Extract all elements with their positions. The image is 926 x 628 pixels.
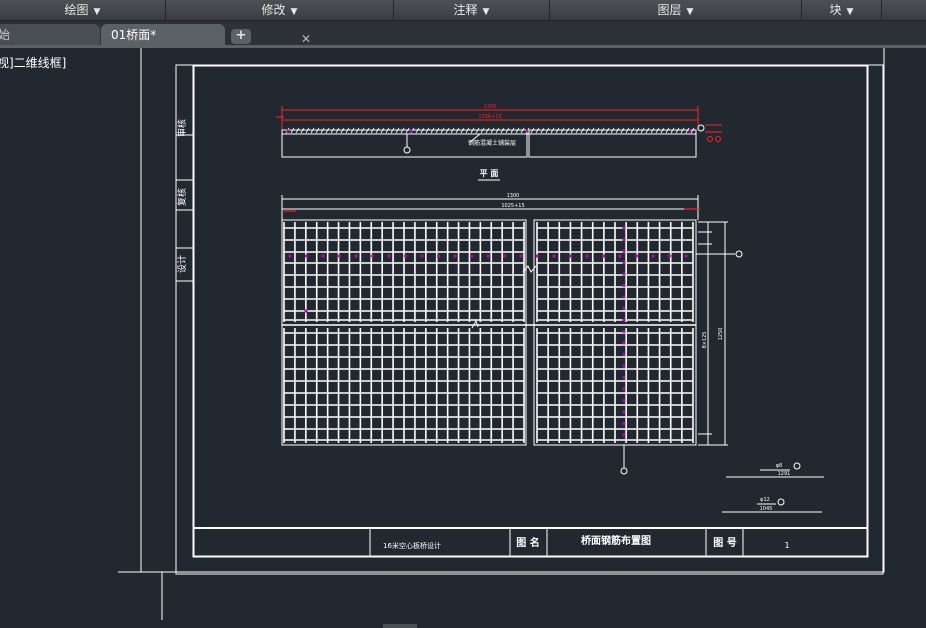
legend-2-bottom: 1045 xyxy=(760,506,773,512)
side-label-design: 设计 xyxy=(176,255,188,273)
chevron-down-icon: ▼ xyxy=(846,7,854,17)
rebar-marker xyxy=(535,254,540,258)
top-dim-total: 1300 xyxy=(484,104,497,110)
chevron-down-icon: ▼ xyxy=(290,7,298,17)
rebar-marker xyxy=(622,421,626,426)
chevron-down-icon: ▼ xyxy=(93,7,101,17)
tab-file-label: 01桥面* xyxy=(111,28,157,42)
section-title: 平 面 xyxy=(480,169,499,178)
top-bar-label: 钢筋混凝土铺装层 xyxy=(468,139,516,147)
rebar-marker xyxy=(667,254,672,258)
ribbon-panel-label: 注释 xyxy=(453,3,478,17)
rebar-marker xyxy=(622,318,626,322)
rebar-marker xyxy=(622,352,626,357)
rebar-marker xyxy=(370,254,375,258)
chevron-down-icon: ▼ xyxy=(686,7,694,17)
ribbon-panel-label: 块 xyxy=(829,3,842,17)
right-dim-sub: 8×125 xyxy=(702,332,708,349)
bar-legend xyxy=(722,462,824,513)
rebar-marker xyxy=(288,254,292,258)
rebar-marker xyxy=(622,283,626,288)
plan-dimension-lines xyxy=(281,195,699,220)
rebar-marker xyxy=(684,254,688,258)
rebar-marker xyxy=(519,254,523,258)
side-label-review: 审核 xyxy=(176,119,188,137)
rebar-marker xyxy=(568,254,573,258)
rebar-marker xyxy=(622,272,626,276)
right-dim-total: 1250 xyxy=(718,328,724,341)
signature-column: 审核 复核 设计 xyxy=(176,119,188,273)
top-dimension-text: 1300 1266+15 xyxy=(478,104,501,120)
tab-start[interactable]: 始 xyxy=(0,24,100,46)
rebar-marker xyxy=(622,364,626,368)
legend-2-top: φ12 xyxy=(760,497,770,503)
rebar-marker xyxy=(618,254,622,258)
rebar-marker xyxy=(622,387,626,391)
rebar-marker xyxy=(552,254,556,258)
drawing-canvas[interactable]: 审核 复核 设计 1300 1266+15 钢筋混凝土铺装层 平 面 1300 … xyxy=(0,48,926,628)
file-tab-bar: 始 01桥面* ✕ + xyxy=(0,21,926,46)
rebar-marker xyxy=(601,254,606,258)
rebar-marker xyxy=(622,226,626,230)
ribbon-panel-layers[interactable]: 图层 ▼ xyxy=(550,0,802,20)
ribbon-panel-label: 修改 xyxy=(261,3,286,17)
legend-1-bottom: 1291 xyxy=(778,471,791,477)
drawing-name-label: 图 名 xyxy=(516,536,539,549)
rebar-marker xyxy=(622,306,626,311)
right-dimension-text: 8×125 1250 xyxy=(702,328,724,349)
plan-dim-total: 1300 xyxy=(507,193,520,199)
ribbon-panel-bar: 绘图 ▼ 修改 ▼ 注释 ▼ 图层 ▼ 块 ▼ xyxy=(0,0,926,21)
rebar-marker xyxy=(622,295,626,299)
rebar-marker xyxy=(304,254,309,258)
viewport-controls[interactable]: 视]二维线框] xyxy=(0,54,66,71)
rebar-marker xyxy=(337,254,342,258)
rebar-marker xyxy=(622,237,626,242)
tab-file[interactable]: 01桥面* ✕ xyxy=(101,24,311,46)
viewport-label: 视]二维线框] xyxy=(0,56,67,70)
plan-dimension-text: 1300 1025+15 xyxy=(501,193,524,209)
ribbon-panel-modify[interactable]: 修改 ▼ xyxy=(166,0,394,20)
rebar-marker xyxy=(622,341,626,345)
rebar-marker xyxy=(622,375,626,380)
ribbon-panel-annotate[interactable]: 注释 ▼ xyxy=(394,0,550,20)
tab-start-label: 始 xyxy=(0,28,11,42)
rebar-marker xyxy=(622,249,626,253)
rebar-marker xyxy=(622,433,626,437)
ribbon-panel-label: 绘图 xyxy=(64,3,89,17)
rebar-marker xyxy=(622,410,626,414)
rebar-marker xyxy=(304,309,308,313)
side-label-check: 复核 xyxy=(176,188,188,206)
rebar-marker xyxy=(651,254,655,258)
rebar-marker xyxy=(486,254,490,258)
ribbon-panel-draw[interactable]: 绘图 ▼ xyxy=(0,0,166,20)
rebar-marker xyxy=(622,260,626,265)
title-block-text: 16米空心板桥设计 图 名 桥面钢筋布置图 图 号 1 xyxy=(383,534,790,550)
rebar-marker xyxy=(585,254,589,258)
chevron-down-icon: ▼ xyxy=(482,7,490,17)
ribbon-panel-block[interactable]: 块 ▼ xyxy=(802,0,882,20)
rebar-marker xyxy=(622,329,626,334)
top-dim-sub: 1266+15 xyxy=(478,114,501,120)
rebar-marker xyxy=(403,254,408,258)
plan-dim-sub: 1025+15 xyxy=(501,203,524,209)
rebar-marker xyxy=(634,254,639,258)
rebar-marker xyxy=(321,254,325,258)
rebar-marker xyxy=(469,254,474,258)
drawing-no-label: 图 号 xyxy=(713,537,736,549)
rebar-marker xyxy=(436,254,441,258)
rebar-marker xyxy=(622,398,626,403)
drawing-name: 桥面钢筋布置图 xyxy=(581,534,651,547)
scroll-indicator[interactable] xyxy=(383,624,417,628)
rebar-marker xyxy=(387,254,391,258)
project-name: 16米空心板桥设计 xyxy=(383,541,441,550)
drawing-no: 1 xyxy=(784,541,789,550)
rebar-marker xyxy=(502,254,507,258)
rebar-marker xyxy=(453,254,457,258)
legend-1-top: φ8 xyxy=(776,463,782,469)
ribbon-panel-label: 图层 xyxy=(657,3,682,17)
rebar-marker xyxy=(420,254,424,258)
rebar-marker xyxy=(354,254,358,258)
add-tab-button[interactable]: + xyxy=(231,29,251,44)
